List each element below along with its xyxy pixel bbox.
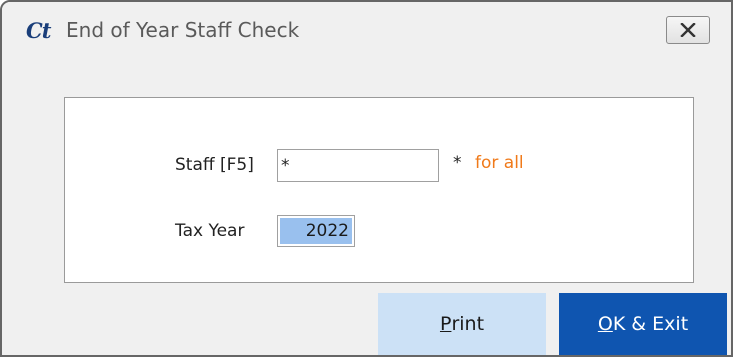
tax-year-input[interactable]: 2022 [277, 215, 355, 247]
print-button[interactable]: Print [378, 293, 546, 355]
ok-exit-label: K & Exit [612, 313, 689, 335]
print-label: rint [451, 313, 485, 335]
dialog-window: Ct End of Year Staff Check Staff [F5] * … [0, 0, 733, 357]
window-title: End of Year Staff Check [66, 18, 300, 42]
staff-hint-asterisk: * [453, 153, 462, 173]
staff-hint-text: for all [475, 153, 524, 173]
staff-label: Staff [F5] [175, 155, 254, 175]
app-logo-icon: Ct [26, 18, 51, 43]
title-bar: Ct End of Year Staff Check [2, 2, 731, 62]
form-panel: Staff [F5] * for all Tax Year 2022 [64, 97, 694, 283]
close-x-icon [680, 23, 696, 37]
print-mnemonic: P [439, 313, 452, 335]
ok-mnemonic: O [597, 313, 613, 335]
tax-year-label: Tax Year [175, 221, 245, 241]
app-logo-text: Ct [26, 18, 51, 43]
ok-exit-button[interactable]: OK & Exit [559, 293, 727, 355]
staff-input[interactable] [277, 149, 439, 182]
tax-year-value: 2022 [280, 218, 352, 244]
close-button[interactable] [666, 16, 710, 44]
